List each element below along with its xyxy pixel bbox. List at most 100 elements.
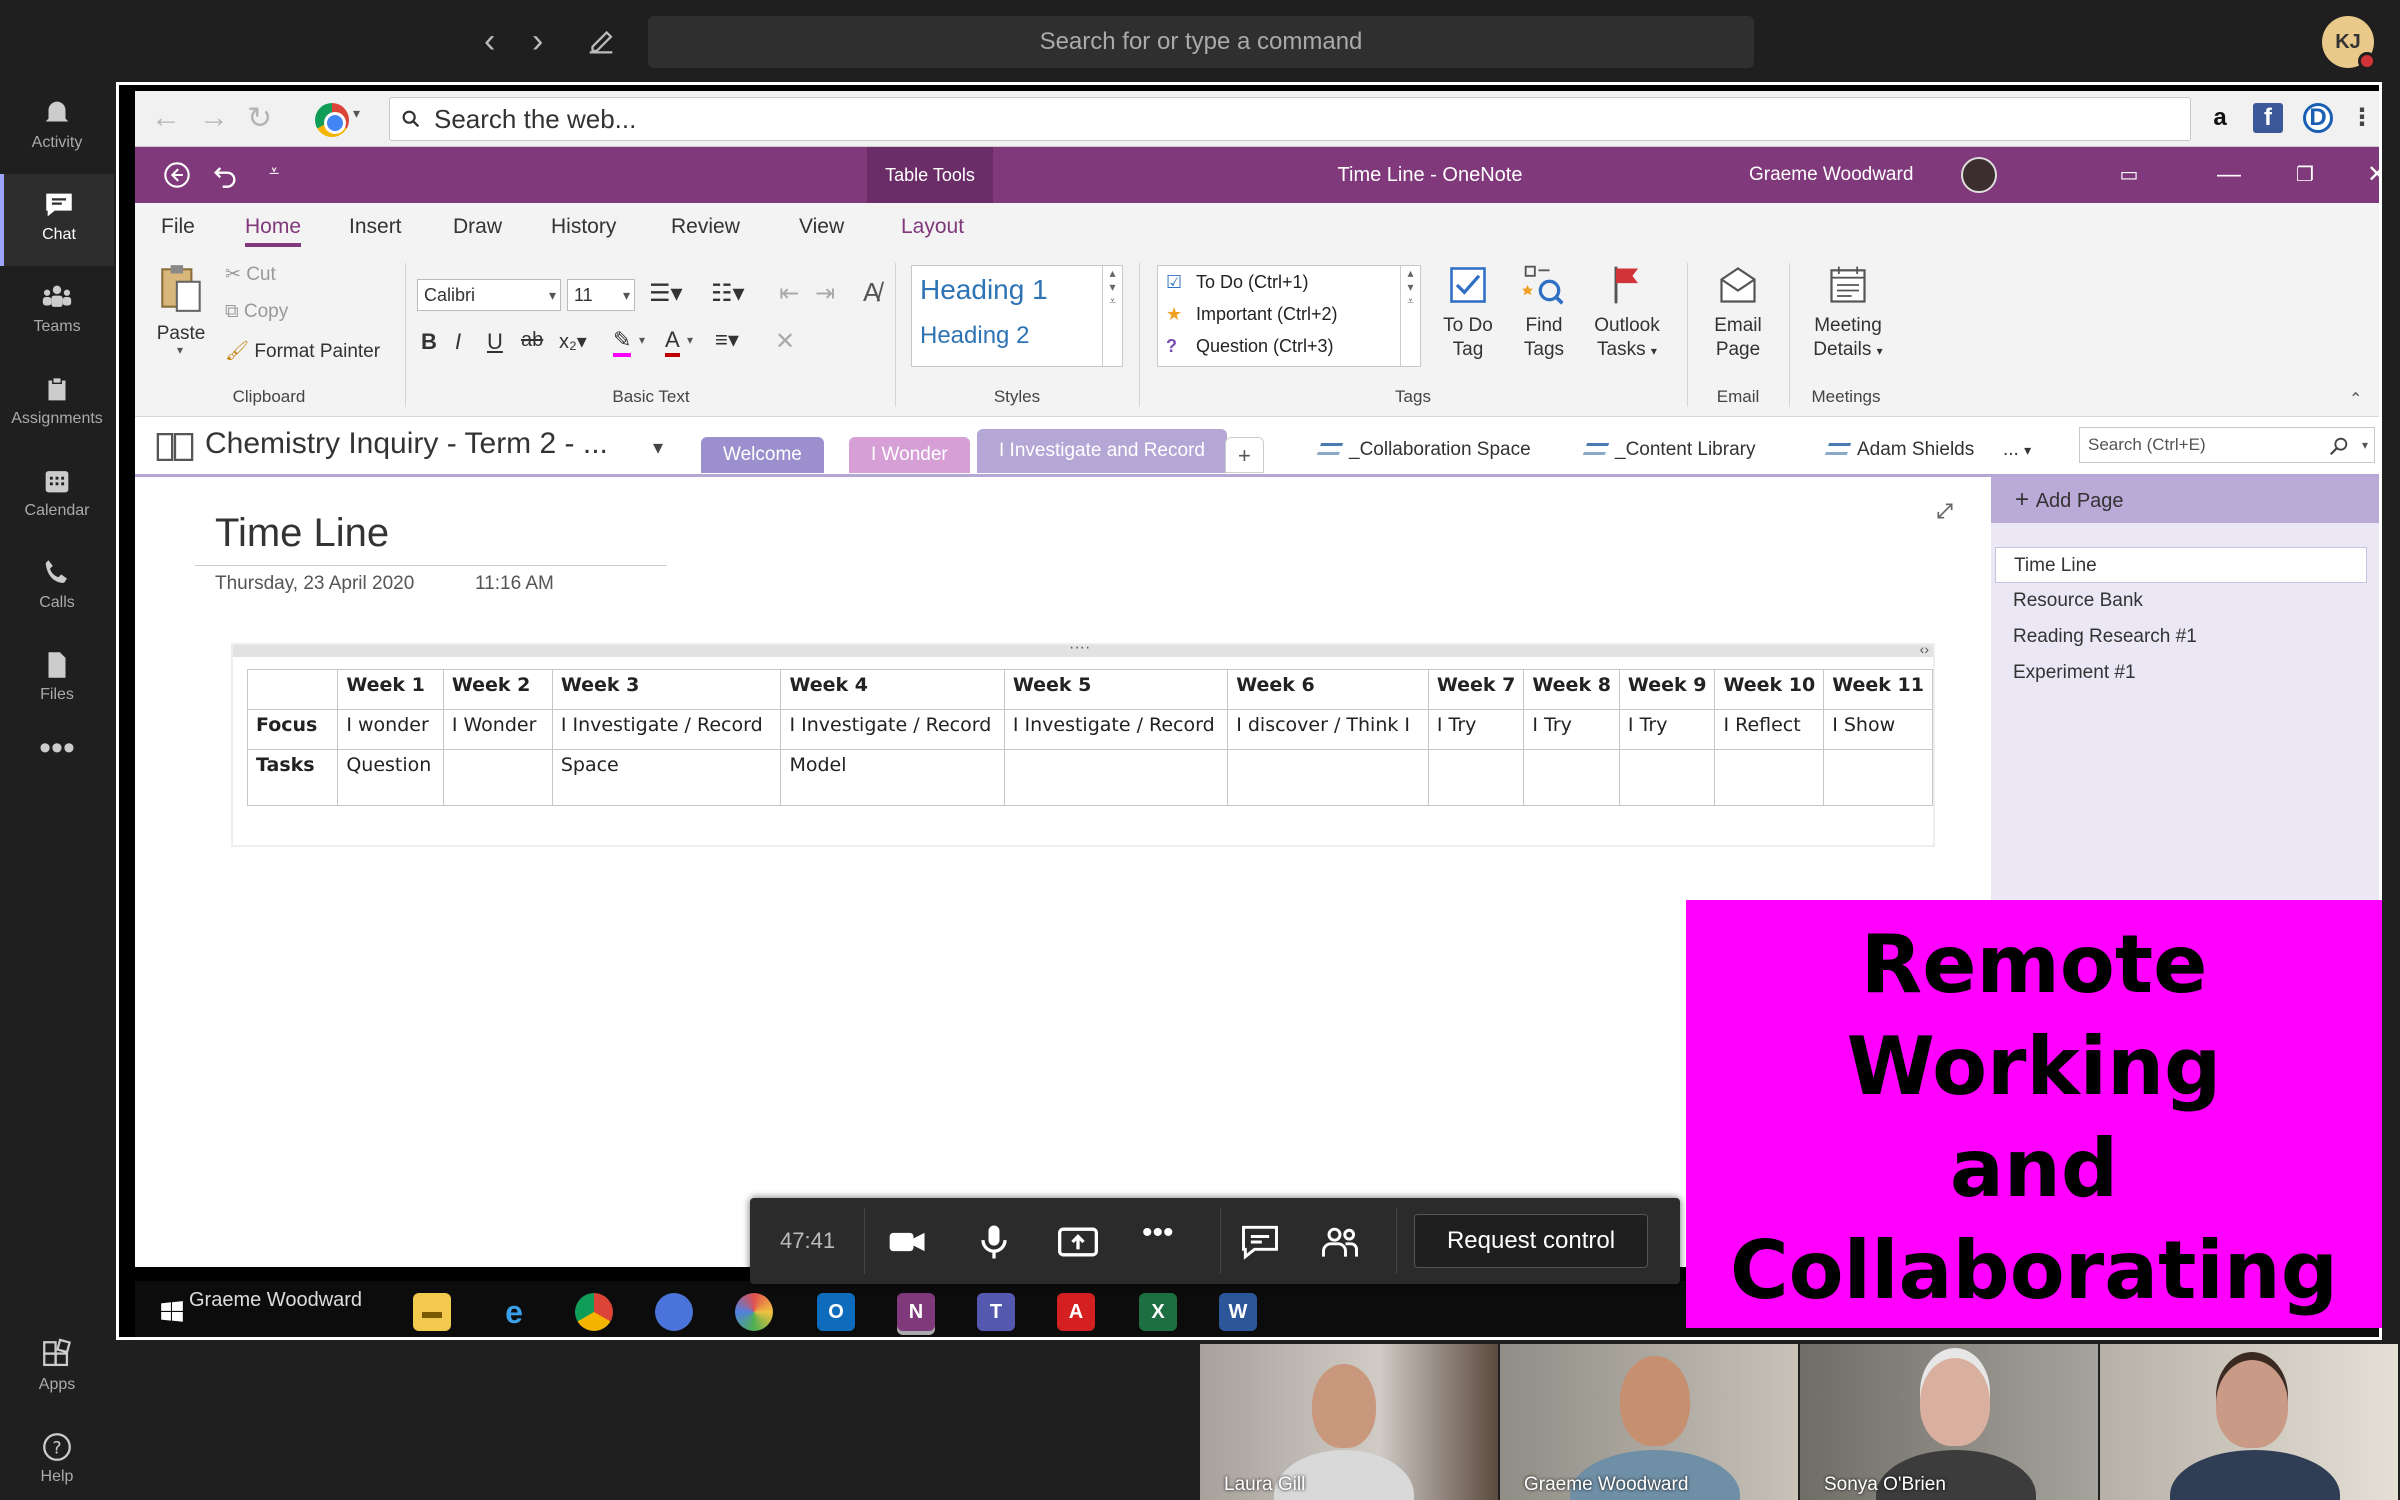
table-cell[interactable]: I Reflect (1714, 709, 1825, 750)
notebook-icon[interactable] (155, 431, 195, 463)
tag-todo[interactable]: ☑ To Do (Ctrl+1) (1166, 272, 1309, 293)
table-header-cell[interactable]: Week 10 (1714, 669, 1825, 710)
page-title[interactable]: Time Line (215, 511, 389, 556)
participants-icon[interactable] (1318, 1220, 1362, 1264)
table-header-cell[interactable]: Week 2 (442, 669, 553, 710)
tab-home[interactable]: Home (245, 215, 302, 247)
rail-item-calls[interactable]: Calls (0, 542, 114, 634)
more-actions-icon[interactable]: ••• (1142, 1216, 1174, 1250)
table-cell[interactable] (1227, 749, 1429, 806)
back-circle-icon[interactable] (163, 161, 191, 189)
table-cell[interactable]: I Try (1618, 709, 1716, 750)
table-header-cell[interactable]: Week 8 (1523, 669, 1620, 710)
linked-notebook-content[interactable]: _Content Library (1582, 439, 1755, 461)
font-name-combo-display[interactable]: Calibri (417, 279, 561, 311)
styles-gallery[interactable]: Heading 1 Heading 2 ▴ ▾ ⩡ (911, 265, 1123, 367)
table-cell[interactable]: I Try (1523, 709, 1620, 750)
table-cell[interactable] (1823, 749, 1933, 806)
drag-handle-icon[interactable]: ···· (1069, 639, 1090, 657)
table-cell[interactable] (1714, 749, 1825, 806)
section-tab-i-wonder[interactable]: I Wonder (849, 437, 970, 473)
minimize-icon[interactable]: — (2199, 147, 2259, 203)
browser-back-icon[interactable]: ← (151, 101, 181, 135)
amazon-extension-icon[interactable]: a (2205, 103, 2235, 133)
tab-view[interactable]: View (799, 215, 844, 239)
add-section-button[interactable]: + (1225, 437, 1264, 473)
styles-scrollbar[interactable]: ▴ ▾ ⩡ (1102, 266, 1122, 366)
tab-insert[interactable]: Insert (349, 215, 402, 239)
share-screen-icon[interactable] (1056, 1220, 1100, 1264)
linked-notebook-adam[interactable]: Adam Shields (1824, 439, 1974, 461)
restore-icon[interactable]: ❐ (2275, 147, 2335, 203)
browser-forward-icon[interactable]: → (199, 101, 229, 135)
clear-formatting-icon[interactable]: A̸ (863, 277, 880, 308)
resize-handle-icon[interactable]: ‹› (1920, 641, 1929, 657)
quick-access-icon[interactable]: ⩡ (269, 161, 279, 182)
table-cell[interactable] (1523, 749, 1620, 806)
clear-x-icon[interactable]: ✕ (775, 327, 795, 356)
tag-question[interactable]: ? Question (Ctrl+3) (1166, 336, 1334, 357)
excel-taskbar-icon[interactable]: X (1139, 1293, 1177, 1331)
compose-icon[interactable] (584, 24, 618, 58)
table-cell[interactable]: I Investigate / Record (1003, 709, 1229, 750)
table-header-cell[interactable]: Week 5 (1003, 669, 1229, 710)
teams-search-input[interactable]: Search for or type a command (648, 16, 1754, 68)
chevron-down-icon[interactable]: ▾ (639, 333, 645, 347)
expand-icon[interactable] (1935, 501, 1955, 521)
camera-icon[interactable] (886, 1220, 930, 1264)
bullets-icon[interactable]: ☰▾ (649, 279, 683, 308)
table-cell[interactable] (442, 749, 553, 806)
rail-item-help[interactable]: ? Help (0, 1416, 114, 1500)
font-color-icon[interactable]: A (665, 327, 680, 357)
table-cell[interactable] (1427, 749, 1525, 806)
notebook-name[interactable]: Chemistry Inquiry - Term 2 - ... (205, 427, 608, 461)
section-tab-i-investigate[interactable]: I Investigate and Record (977, 429, 1227, 473)
table-header-cell[interactable]: Week 1 (337, 669, 444, 710)
back-arrow-icon[interactable]: ‹ (484, 22, 495, 60)
chrome-taskbar-icon[interactable] (575, 1293, 613, 1331)
table-cell[interactable]: I Investigate / Record (780, 709, 1005, 750)
rail-item-teams[interactable]: Teams (0, 266, 114, 358)
decrease-indent-icon[interactable]: ⇤ (779, 279, 799, 308)
ribbon-display-icon[interactable]: ▭ (2099, 147, 2159, 203)
todo-tag-button[interactable]: To Do Tag (1433, 263, 1503, 362)
meeting-details-button[interactable]: Meeting Details ▾ (1801, 263, 1895, 363)
acrobat-taskbar-icon[interactable]: A (1057, 1293, 1095, 1331)
email-page-button[interactable]: Email Page (1701, 263, 1775, 362)
page-search-input[interactable]: Search (Ctrl+E) ▾ (2079, 427, 2375, 463)
subscript-button[interactable]: x₂▾ (559, 329, 587, 354)
style-heading-1[interactable]: Heading 1 (920, 274, 1048, 306)
add-page-button[interactable]: + Add Page (1991, 477, 2379, 523)
numbering-icon[interactable]: ☷▾ (711, 279, 745, 308)
rail-item-calendar[interactable]: Calendar (0, 450, 114, 542)
table-cell[interactable]: I Investigate / Record (551, 709, 782, 750)
paint-taskbar-icon[interactable] (735, 1293, 773, 1331)
rail-item-activity[interactable]: Activity (0, 82, 114, 174)
account-avatar[interactable] (1961, 157, 1997, 193)
table-cell[interactable] (1618, 749, 1716, 806)
table-cell[interactable]: I Show (1823, 709, 1933, 750)
tags-scrollbar[interactable]: ▴ ▾ ⩡ (1400, 266, 1420, 366)
notebook-dropdown-icon[interactable]: ▾ (653, 435, 663, 460)
table-row-label[interactable]: Tasks (246, 749, 339, 806)
word-taskbar-icon[interactable]: W (1219, 1293, 1257, 1331)
table-cell[interactable]: Question (337, 749, 444, 806)
rail-item-chat[interactable]: Chat (0, 174, 114, 266)
tab-file[interactable]: File (161, 215, 195, 239)
outlook-taskbar-icon[interactable]: O (817, 1293, 855, 1331)
outlook-tasks-button[interactable]: Outlook Tasks ▾ (1585, 263, 1669, 363)
table-header-cell[interactable]: Week 6 (1227, 669, 1429, 710)
table-cell[interactable]: I wonder (337, 709, 444, 750)
increase-indent-icon[interactable]: ⇥ (815, 279, 835, 308)
tags-gallery[interactable]: ☑ To Do (Ctrl+1) ★ Important (Ctrl+2) ? Que… (1157, 265, 1421, 367)
rail-item-apps[interactable]: Apps (0, 1324, 114, 1416)
align-icon[interactable]: ≡▾ (715, 327, 739, 353)
account-name[interactable]: Graeme Woodward (1749, 147, 1913, 203)
tab-review[interactable]: Review (671, 215, 740, 239)
tab-draw[interactable]: Draw (453, 215, 502, 239)
browser-menu-icon[interactable]: ⋮ (2347, 103, 2377, 133)
participant-tile-sonya[interactable]: Sonya O'Brien (1800, 1344, 2098, 1500)
highlight-icon[interactable]: ✎ (613, 327, 632, 357)
table-cell[interactable] (1003, 749, 1229, 806)
tab-history[interactable]: History (551, 215, 616, 239)
